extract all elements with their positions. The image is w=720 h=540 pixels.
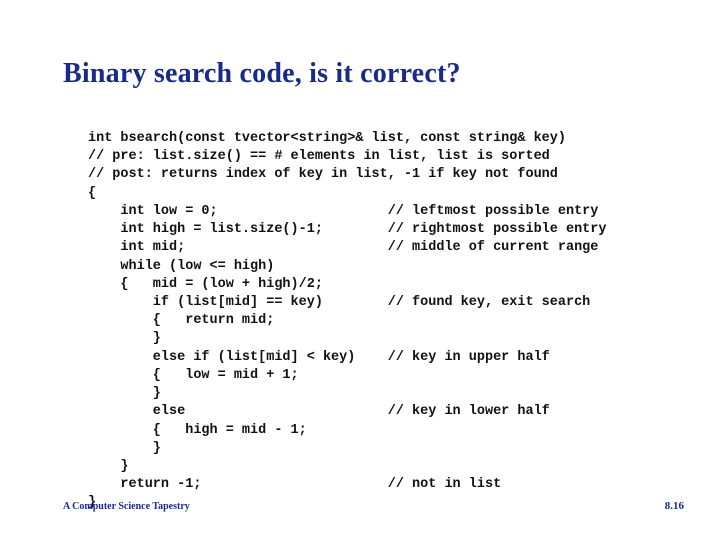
slide-title: Binary search code, is it correct? [63, 58, 461, 90]
code-block: int bsearch(const tvector<string>& list,… [88, 130, 606, 513]
slide: Binary search code, is it correct? int b… [0, 0, 720, 540]
footer-left: A Computer Science Tapestry [63, 501, 190, 512]
footer-page-number: 8.16 [665, 500, 684, 512]
